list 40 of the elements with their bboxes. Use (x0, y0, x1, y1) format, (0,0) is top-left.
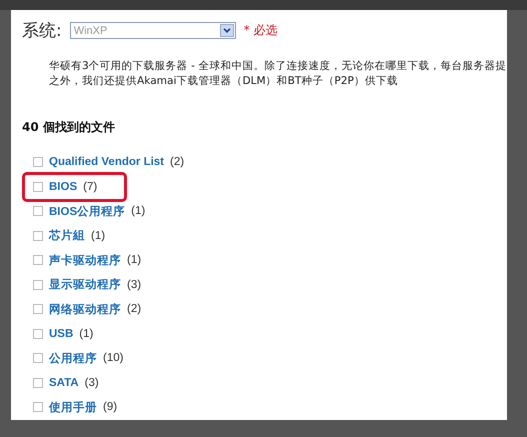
category-link[interactable]: BIOS (49, 180, 78, 193)
caret-icon (220, 24, 234, 37)
description-text: 华硕有3个可用的下载服务器 - 全球和中国。除了连接速度，无论你在哪里下载，每台服务器提 (49, 59, 506, 74)
file-count: (1) (131, 205, 146, 218)
category-link[interactable]: 网络驱动程序 (49, 302, 121, 317)
checkbox[interactable] (33, 328, 43, 339)
checkbox[interactable] (33, 206, 43, 216)
category-link[interactable]: BIOS公用程序 (49, 204, 126, 219)
category-link[interactable]: USB (49, 328, 74, 340)
checkbox[interactable] (33, 304, 43, 314)
category-link[interactable]: 使用手册 (49, 400, 97, 415)
category-link[interactable]: 公用程序 (49, 350, 97, 366)
category-link[interactable]: 芯片組 (49, 228, 85, 244)
category-link[interactable]: 显示驱动程序 (49, 277, 121, 292)
file-count: (2) (170, 156, 184, 168)
checkbox[interactable] (33, 157, 43, 168)
file-count: (1) (127, 254, 142, 266)
file-count: (1) (91, 230, 106, 242)
checkbox[interactable] (33, 255, 43, 266)
results-heading: 40 個找到的文件 (22, 119, 116, 136)
system-dropdown[interactable]: WinXP (70, 22, 236, 39)
category-link[interactable]: Qualified Vendor List (49, 156, 164, 168)
description-text: 之外，我们还提供Akamai下载管理器（DLM）和BT种子（P2P）供下载 (49, 74, 398, 89)
checkbox[interactable] (33, 353, 43, 364)
field-label: 系统: (22, 20, 62, 42)
checkbox[interactable] (33, 182, 43, 192)
required-note: * 必选 (244, 22, 278, 39)
category-link[interactable]: 声卡驱动程序 (49, 252, 121, 268)
file-count: (7) (83, 180, 98, 193)
file-count: (9) (103, 401, 118, 414)
checkbox[interactable] (33, 280, 43, 290)
checkbox[interactable] (33, 378, 43, 388)
file-count: (2) (127, 303, 142, 316)
file-count: (3) (127, 278, 142, 291)
category-link[interactable]: SATA (49, 376, 79, 389)
file-count: (3) (84, 376, 99, 389)
checkbox[interactable] (33, 402, 43, 412)
file-count: (10) (103, 352, 124, 364)
checkbox[interactable] (33, 230, 43, 241)
file-count: (1) (79, 328, 94, 340)
